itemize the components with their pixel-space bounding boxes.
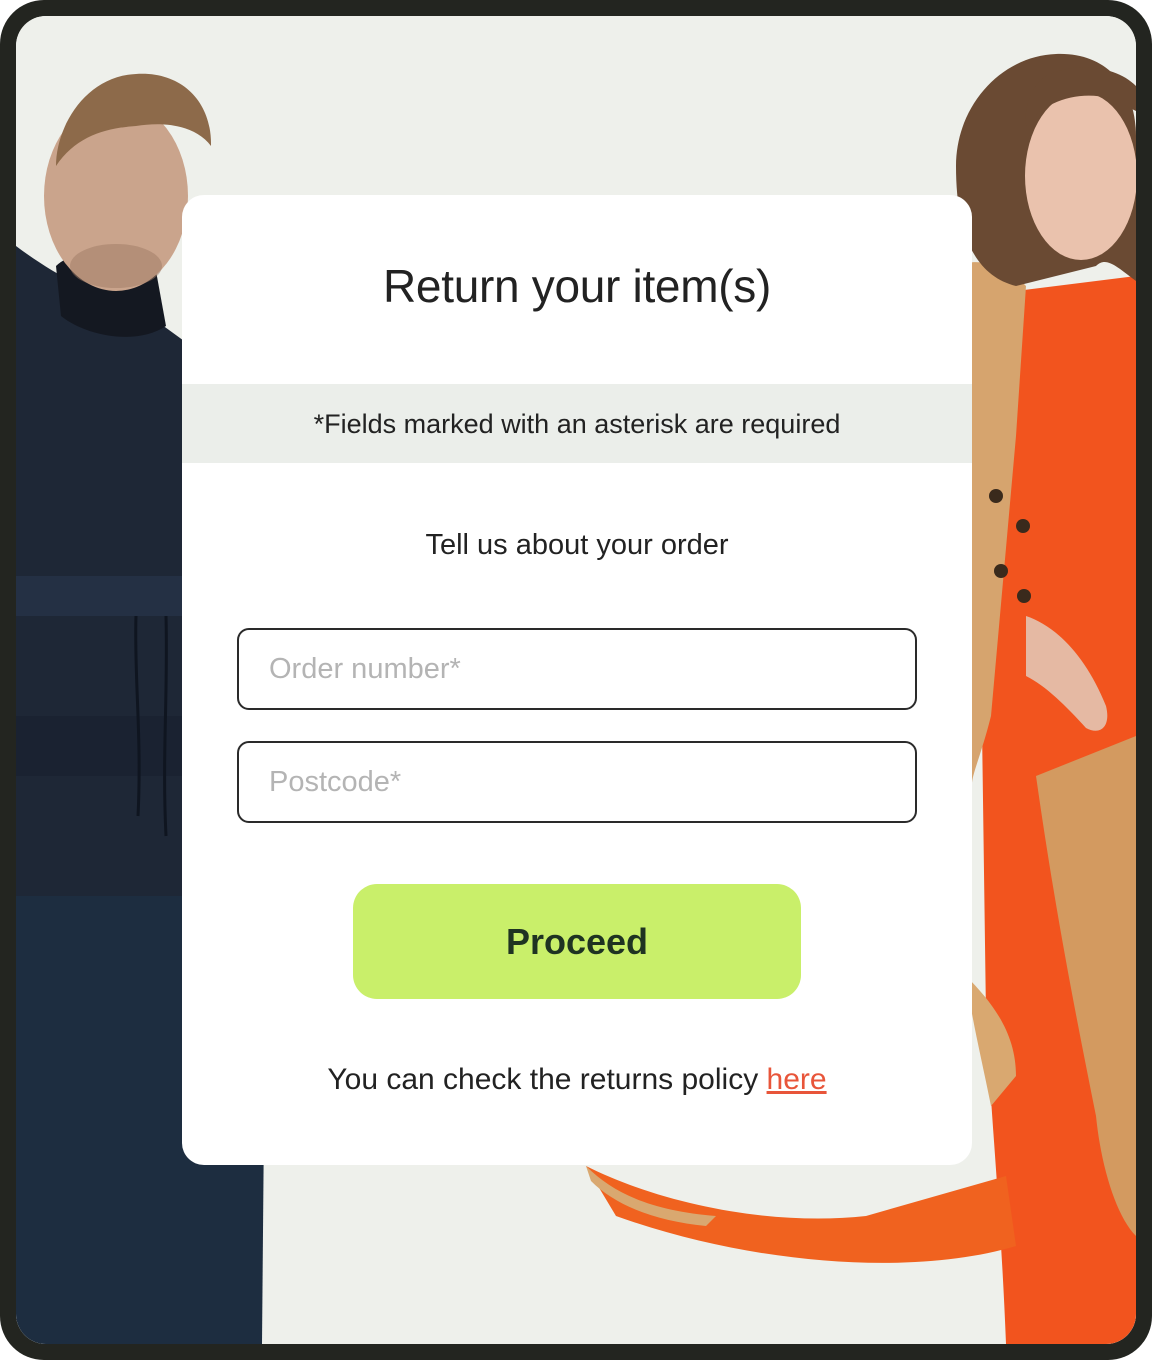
required-fields-notice: *Fields marked with an asterisk are requ… [182, 384, 972, 463]
screen: Return your item(s) *Fields marked with … [16, 16, 1136, 1344]
returns-policy-line: You can check the returns policy here [182, 1063, 972, 1097]
device-frame: Return your item(s) *Fields marked with … [0, 0, 1152, 1360]
order-number-input[interactable] [237, 628, 917, 710]
required-fields-text: *Fields marked with an asterisk are requ… [313, 409, 841, 439]
returns-policy-link[interactable]: here [767, 1063, 827, 1096]
proceed-button[interactable]: Proceed [353, 884, 801, 999]
return-form-card: Return your item(s) *Fields marked with … [182, 195, 972, 1165]
returns-policy-text: You can check the returns policy [327, 1063, 767, 1096]
postcode-input[interactable] [237, 741, 917, 823]
section-heading: Tell us about your order [425, 529, 729, 561]
page-title: Return your item(s) [383, 260, 771, 312]
